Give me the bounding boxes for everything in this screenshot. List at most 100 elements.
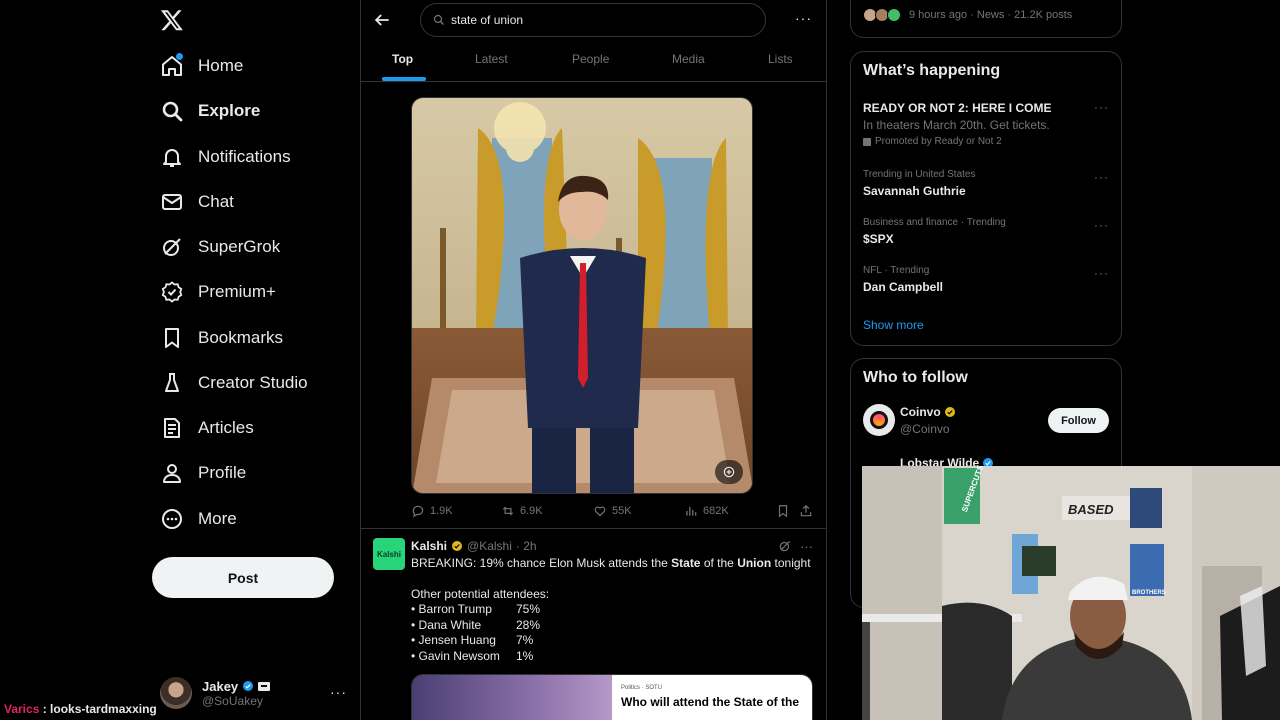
- list-item: • Gavin Newsom 1%: [411, 649, 811, 665]
- trend-more-icon[interactable]: ···: [1094, 100, 1109, 114]
- attendee-pct: 28%: [516, 617, 541, 632]
- repost-count: 6.9K: [520, 505, 543, 517]
- nav-notifications[interactable]: Notifications: [160, 139, 291, 175]
- trend-name[interactable]: Dan Campbell: [863, 280, 943, 294]
- account-more-icon[interactable]: ···: [330, 684, 347, 700]
- nav-explore[interactable]: Explore: [160, 93, 260, 129]
- tweet-author-handle[interactable]: @Kalshi: [467, 539, 512, 553]
- avatar: [160, 677, 192, 709]
- tweet-author-name[interactable]: Kalshi: [411, 539, 447, 553]
- attendee-pct: 7%: [516, 633, 534, 647]
- nav-supergrok[interactable]: SuperGrok: [160, 229, 280, 265]
- link-card-image: [412, 675, 612, 720]
- attendee-name: • Barron Trump: [411, 602, 492, 616]
- list-item: • Dana White 28%: [411, 618, 811, 634]
- nav-premium[interactable]: Premium+: [160, 274, 276, 310]
- bookmark-icon: [160, 326, 184, 350]
- stream-chat-overlay: Varics : looks-tardmaxxing: [0, 700, 161, 720]
- tab-latest[interactable]: Latest: [475, 52, 508, 66]
- avatar[interactable]: [863, 404, 895, 436]
- nav-articles-label: Articles: [198, 418, 254, 437]
- tweet-subhead: Other potential attendees:: [411, 586, 550, 601]
- views-button[interactable]: 682K: [684, 504, 729, 518]
- tab-people[interactable]: People: [572, 52, 609, 66]
- like-count: 55K: [612, 505, 632, 517]
- more-circle-icon: [160, 507, 184, 531]
- reply-button[interactable]: 1.9K: [411, 504, 453, 518]
- trend-more-icon[interactable]: ···: [1094, 266, 1109, 280]
- tweet-time[interactable]: · 2h: [516, 539, 537, 553]
- mail-icon: [160, 190, 184, 214]
- nav-notifications-label: Notifications: [198, 147, 291, 166]
- promoted-text: Promoted by Ready or Not 2: [875, 136, 1002, 147]
- trend-name[interactable]: $SPX: [863, 232, 894, 246]
- like-button[interactable]: 55K: [593, 504, 632, 518]
- nav-creator-studio[interactable]: Creator Studio: [160, 365, 308, 401]
- nav-home[interactable]: Home: [160, 48, 243, 84]
- tab-lists[interactable]: Lists: [768, 52, 793, 66]
- search-icon: [160, 99, 184, 123]
- trend-more-icon[interactable]: ···: [1094, 218, 1109, 232]
- repost-icon: [501, 504, 515, 518]
- avatar[interactable]: Kalshi: [373, 538, 405, 570]
- show-more-link[interactable]: Show more: [863, 318, 924, 332]
- tweet-header-actions: ···: [778, 539, 813, 554]
- profile-icon: [160, 461, 184, 485]
- nav-articles[interactable]: Articles: [160, 410, 254, 446]
- account-switcher[interactable]: Jakey @SoUakey: [160, 674, 350, 712]
- nav-profile[interactable]: Profile: [160, 455, 246, 491]
- tweet-more-icon[interactable]: ···: [800, 539, 813, 554]
- trend-context: NFL · Trending: [863, 265, 930, 276]
- repost-button[interactable]: 6.9K: [501, 504, 543, 518]
- tweet-text-highlight: State: [671, 556, 701, 570]
- divider: [361, 528, 826, 529]
- trend-context: Business and finance · Trending: [863, 217, 1006, 228]
- account-handle: @SoUakey: [202, 693, 263, 708]
- premium-icon: [160, 280, 184, 304]
- nav-supergrok-label: SuperGrok: [198, 237, 281, 256]
- bookmark-button[interactable]: [776, 504, 790, 518]
- media-alt-icon[interactable]: [715, 460, 743, 484]
- link-card-tag: Politics · SOTU: [621, 685, 663, 691]
- bell-icon: [160, 145, 184, 169]
- x-logo-icon[interactable]: [160, 8, 186, 34]
- share-button[interactable]: [799, 504, 813, 518]
- tweet-header: Kalshi @Kalshi · 2h: [411, 539, 537, 553]
- nav-bookmarks[interactable]: Bookmarks: [160, 320, 283, 356]
- id-card-icon: [258, 681, 271, 691]
- verified-gold-badge-icon: [452, 541, 463, 551]
- reply-count: 1.9K: [430, 505, 453, 517]
- trend-name[interactable]: Savannah Guthrie: [863, 184, 966, 198]
- coinvo-logo-icon: [870, 411, 888, 429]
- tweet-media-image[interactable]: [411, 97, 753, 494]
- nav-more[interactable]: More: [160, 501, 237, 537]
- nav-bookmarks-label: Bookmarks: [198, 328, 284, 347]
- heart-icon: [593, 504, 607, 518]
- link-card[interactable]: Politics · SOTU Who will attend the Stat…: [411, 674, 813, 720]
- follow-button[interactable]: Follow: [1048, 408, 1109, 433]
- news-meta-text: 9 hours ago · News · 21.2K posts: [909, 9, 1073, 21]
- follow-suggestion-handle: @Coinvo: [900, 422, 950, 436]
- post-button[interactable]: Post: [152, 557, 334, 598]
- nav-chat[interactable]: Chat: [160, 184, 234, 220]
- share-icon: [799, 504, 813, 518]
- grok-icon[interactable]: [778, 539, 792, 554]
- search-options-icon[interactable]: ···: [795, 10, 812, 26]
- promo-title[interactable]: READY OR NOT 2: HERE I COME: [863, 101, 1051, 115]
- list-item: • Jensen Huang 7%: [411, 633, 811, 649]
- follow-name-text: Coinvo: [900, 405, 941, 419]
- promoted-icon: [863, 137, 871, 146]
- tweet-text-part: tonight: [771, 556, 811, 570]
- articles-icon: [160, 416, 184, 440]
- webcam-overlay: SUPERCUTS BASED BROTHERS: [862, 466, 1280, 720]
- nav-premium-label: Premium+: [198, 282, 276, 301]
- back-arrow-icon[interactable]: [372, 10, 392, 30]
- follow-suggestion-name[interactable]: Coinvo: [900, 405, 956, 419]
- tab-media[interactable]: Media: [672, 52, 705, 66]
- search-input[interactable]: state of union: [420, 3, 766, 37]
- list-item: • Barron Trump 75%: [411, 602, 811, 618]
- attendee-name: • Jensen Huang: [411, 633, 496, 647]
- tab-top[interactable]: Top: [392, 52, 413, 66]
- nav-explore-label: Explore: [198, 101, 261, 120]
- trend-more-icon[interactable]: ···: [1094, 170, 1109, 184]
